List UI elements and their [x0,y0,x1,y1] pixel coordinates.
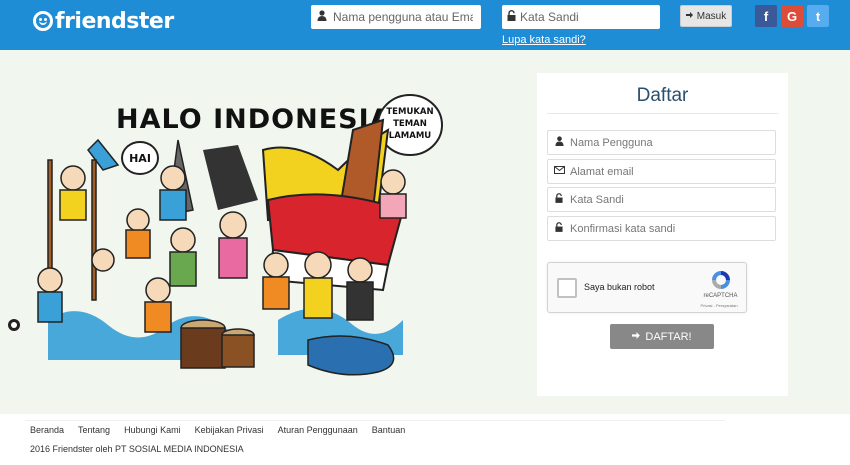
google-icon: G [786,8,798,24]
register-username-input[interactable] [570,136,765,149]
register-confirm-input[interactable] [570,222,765,235]
register-confirm-field[interactable] [547,216,776,241]
lock-icon [502,10,520,24]
bubble-line-3: LAMAMU [389,131,431,141]
page-footer: Beranda Tentang Hubungi Kami Kebijakan P… [0,414,850,465]
sign-in-icon [685,11,694,22]
register-panel: Daftar Saya bukan robot re [537,73,788,396]
title-divider [547,113,778,114]
recaptcha-label: Saya bukan robot [584,282,655,292]
halo-indonesia-illustration: HALO INDONESIA HAI TEMUKAN TEMAN LAMAMU [8,90,448,385]
login-password-input[interactable] [520,10,660,24]
recaptcha-widget: Saya bukan robot reCAPTCHA Privasi - Per… [547,262,747,313]
register-submit-button[interactable]: DAFTAR! [610,324,714,349]
illustration-art: HALO INDONESIA HAI TEMUKAN TEMAN LAMAMU [37,94,443,376]
facebook-login-button[interactable]: f [755,5,777,27]
illustration-headline: HALO INDONESIA [116,104,392,135]
footer-link-aturan-penggunaan[interactable]: Aturan Penggunaan [278,425,358,435]
envelope-icon [548,166,570,177]
register-title: Daftar [636,85,689,106]
lock-icon [548,222,570,235]
register-email-field[interactable] [547,159,776,184]
smiley-icon [33,11,53,31]
login-username-field[interactable] [311,5,481,29]
recaptcha-checkbox[interactable] [557,278,577,298]
logo-text: friendster [55,8,174,34]
side-badge-icon [8,319,20,331]
user-icon [311,10,333,24]
bubble-line-2: TEMAN [393,119,427,129]
register-email-input[interactable] [570,165,765,178]
login-username-input[interactable] [333,10,473,24]
sign-in-icon [632,331,641,343]
recaptcha-terms-link[interactable]: Privasi - Persyaratan [689,303,749,308]
register-password-input[interactable] [570,193,765,206]
register-password-field[interactable] [547,187,776,212]
copyright-text: 2016 Friendster oleh PT SOSIAL MEDIA IND… [30,444,244,454]
register-submit-label: DAFTAR! [645,330,692,343]
friendster-logo[interactable]: friendster [33,7,174,35]
lock-icon [548,193,570,206]
footer-link-bantuan[interactable]: Bantuan [372,425,406,435]
footer-link-tentang[interactable]: Tentang [78,425,110,435]
facebook-icon: f [763,8,769,24]
recaptcha-icon [712,271,730,289]
login-password-field[interactable] [502,5,660,29]
footer-link-beranda[interactable]: Beranda [30,425,64,435]
login-button-label: Masuk [696,10,727,22]
footer-link-kebijakan-privasi[interactable]: Kebijakan Privasi [195,425,264,435]
login-button[interactable]: Masuk [680,5,732,27]
footer-divider [25,420,725,421]
forgot-password-link[interactable]: Lupa kata sandi? [502,34,586,46]
twitter-login-button[interactable]: t [807,5,829,27]
bubble-hai: HAI [129,152,151,165]
register-username-field[interactable] [547,130,776,155]
recaptcha-brand: reCAPTCHA [703,293,738,299]
google-login-button[interactable]: G [781,5,803,27]
user-icon [548,136,570,149]
footer-links: Beranda Tentang Hubungi Kami Kebijakan P… [30,425,419,435]
twitter-icon: t [815,8,821,24]
top-header: friendster Masuk Lupa kata sandi? f G t [0,0,850,50]
bubble-line-1: TEMUKAN [386,107,433,117]
footer-link-hubungi-kami[interactable]: Hubungi Kami [124,425,181,435]
